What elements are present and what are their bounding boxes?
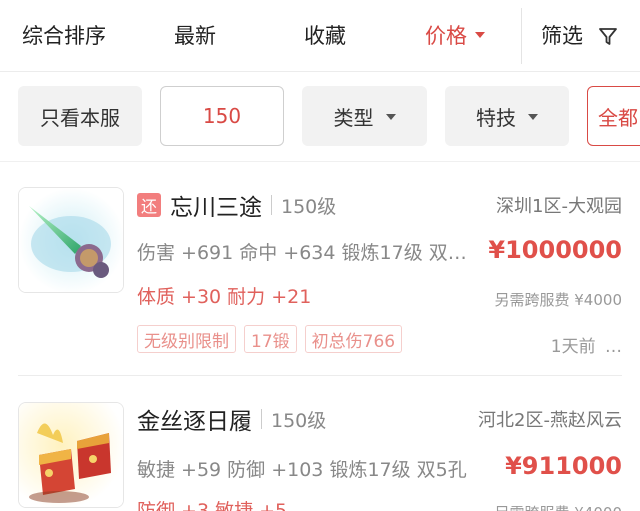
- item-thumbnail: [18, 187, 124, 293]
- sort-latest[interactable]: 最新: [174, 22, 216, 50]
- sort-price-label: 价格: [425, 24, 467, 48]
- server-name: 深圳1区-大观园: [496, 196, 622, 217]
- sort-price[interactable]: 价格: [425, 22, 485, 50]
- tag-list: 无级别限制 17锻 初总伤766: [137, 325, 410, 353]
- type-label: 类型: [333, 105, 374, 130]
- listing-item[interactable]: 金丝逐日履 150级 河北2区-燕赵风云 敏捷 +59 防御 +103 锻炼17…: [0, 376, 640, 511]
- type-dropdown[interactable]: 类型: [302, 86, 427, 146]
- item-level: 150级: [281, 195, 337, 218]
- level-chip[interactable]: 150: [160, 86, 284, 146]
- caret-down-icon: [475, 32, 485, 38]
- item-level: 150级: [271, 409, 327, 432]
- listing-item[interactable]: 还 忘川三途 150级 深圳1区-大观园 伤害 +691 命中 +634 锻炼1…: [0, 162, 640, 376]
- cross-server-fee: 另需跨服费 ¥4000: [495, 502, 623, 511]
- sword-icon: [19, 188, 123, 292]
- sort-favorites[interactable]: 收藏: [304, 22, 346, 50]
- item-thumbnail: [18, 402, 124, 508]
- cross-server-fee: 另需跨服费 ¥4000: [494, 291, 623, 309]
- listing-title-row: 还 忘川三途 150级: [137, 188, 336, 222]
- time-text: 1天前: [550, 337, 596, 357]
- item-stats: 伤害 +691 命中 +634 锻炼17级 双…: [137, 242, 467, 264]
- server-name: 河北2区-燕赵风云: [478, 410, 622, 431]
- huan-badge: 还: [137, 193, 161, 217]
- filter-button[interactable]: 筛选: [541, 22, 583, 50]
- more-icon[interactable]: …: [605, 337, 622, 357]
- tag: 17锻: [244, 325, 297, 353]
- all-chip[interactable]: 全都: [587, 86, 640, 146]
- funnel-icon[interactable]: [598, 27, 618, 47]
- boots-icon: [19, 403, 123, 507]
- item-price: ¥1000000: [488, 236, 622, 264]
- item-name: 忘川三途: [170, 195, 262, 221]
- item-name: 金丝逐日履: [137, 409, 252, 435]
- tag: 无级别限制: [137, 325, 236, 353]
- filter-chips-row: 只看本服 150 类型 特技 全都: [0, 72, 640, 162]
- caret-down-icon: [528, 114, 538, 120]
- separator: [261, 409, 262, 429]
- skill-dropdown[interactable]: 特技: [445, 86, 569, 146]
- divider: [521, 8, 522, 64]
- item-stats: 敏捷 +59 防御 +103 锻炼17级 双5孔: [137, 459, 467, 481]
- listing-time: 1天前 …: [551, 332, 622, 357]
- skill-label: 特技: [476, 105, 516, 130]
- caret-down-icon: [385, 114, 396, 120]
- item-price: ¥911000: [505, 452, 622, 480]
- separator: [271, 195, 272, 215]
- item-attributes: 体质 +30 耐力 +21: [137, 286, 312, 308]
- item-attributes: 防御 +3 敏捷 +5: [137, 500, 288, 511]
- tag: 初总伤766: [304, 325, 403, 353]
- listing-title-row: 金丝逐日履 150级: [137, 402, 326, 436]
- sort-comprehensive[interactable]: 综合排序: [22, 22, 106, 50]
- own-server-chip[interactable]: 只看本服: [18, 86, 142, 146]
- sort-bar: 综合排序 最新 收藏 价格 筛选: [0, 0, 640, 72]
